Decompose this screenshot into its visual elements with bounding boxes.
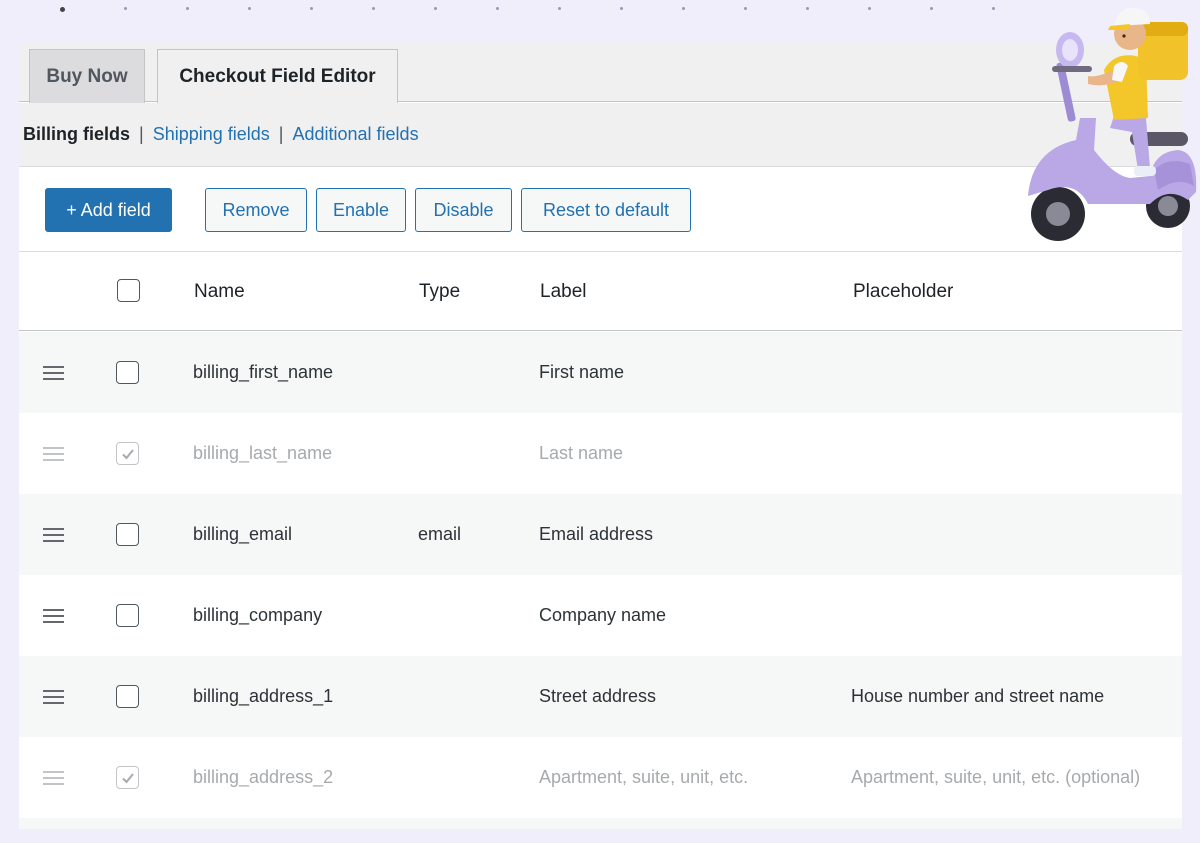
column-header-label: Label <box>540 281 587 302</box>
remove-button[interactable]: Remove <box>205 188 307 232</box>
field-name: billing_company <box>193 605 323 625</box>
drag-handle-icon[interactable] <box>43 575 64 656</box>
table-row[interactable]: billing_address_2 Apartment, suite, unit… <box>19 737 1182 818</box>
checkmark-icon <box>121 448 134 459</box>
checkmark-icon <box>121 772 134 783</box>
row-checkbox[interactable] <box>116 494 139 575</box>
column-header-name: Name <box>194 281 245 302</box>
add-field-button[interactable]: + Add field <box>45 188 172 232</box>
field-label: Company name <box>539 605 667 625</box>
table-row[interactable]: billing_email email Email address <box>19 494 1182 575</box>
disable-button[interactable]: Disable <box>415 188 512 232</box>
drag-handle-icon[interactable] <box>43 494 64 575</box>
table-row[interactable]: billing_first_name First name <box>19 332 1182 413</box>
row-checkbox[interactable] <box>116 575 139 656</box>
column-header-placeholder: Placeholder <box>853 281 954 302</box>
tab-checkout-field-editor[interactable]: Checkout Field Editor <box>157 49 398 104</box>
field-placeholder: Apartment, suite, unit, etc. (optional) <box>851 767 1141 787</box>
field-name: billing_email <box>193 524 293 544</box>
field-section-nav: Billing fields | Shipping fields | Addit… <box>19 103 1182 167</box>
decorative-dots <box>60 7 1060 13</box>
subnav-separator: | <box>139 124 144 144</box>
row-checkbox[interactable] <box>116 656 139 737</box>
enable-button[interactable]: Enable <box>316 188 406 232</box>
drag-handle-icon[interactable] <box>43 332 64 413</box>
field-label: Email address <box>539 524 654 544</box>
drag-handle-icon[interactable] <box>43 656 64 737</box>
field-label: Apartment, suite, unit, etc. <box>539 767 749 787</box>
drag-handle-icon[interactable] <box>43 413 64 494</box>
delivery-scooter-illustration <box>1028 7 1197 241</box>
row-checkbox[interactable] <box>116 332 139 413</box>
field-name: billing_address_2 <box>193 767 334 787</box>
field-name: billing_address_1 <box>193 686 334 706</box>
drag-handle-icon[interactable] <box>43 737 64 818</box>
subnav-shipping-fields[interactable]: Shipping fields <box>153 124 270 145</box>
tabs-bar: Buy Now Checkout Field Editor <box>19 44 1182 104</box>
subnav-billing-fields[interactable]: Billing fields <box>23 124 130 145</box>
select-all-checkbox[interactable] <box>117 279 140 302</box>
reset-to-default-button[interactable]: Reset to default <box>521 188 691 232</box>
table-row[interactable]: billing_last_name Last name <box>19 413 1182 494</box>
field-toolbar: + Add field Remove Enable Disable Reset … <box>19 168 1182 252</box>
row-checkbox[interactable] <box>116 413 139 494</box>
field-label: Last name <box>539 443 624 463</box>
table-row[interactable]: billing_address_1 Street address House n… <box>19 656 1182 737</box>
row-checkbox[interactable] <box>116 737 139 818</box>
field-name: billing_first_name <box>193 362 334 382</box>
field-label: First name <box>539 362 625 382</box>
table-row[interactable]: billing_company Company name <box>19 575 1182 656</box>
table-row-partial <box>19 818 1182 829</box>
checkout-field-editor-panel: Buy Now Checkout Field Editor Billing fi… <box>19 44 1182 829</box>
field-label: Street address <box>539 686 657 706</box>
column-header-type: Type <box>419 281 461 302</box>
field-type: email <box>418 524 462 544</box>
field-placeholder: House number and street name <box>851 686 1105 706</box>
subnav-separator: | <box>278 124 284 144</box>
tab-buy-now[interactable]: Buy Now <box>29 49 145 103</box>
subnav-additional-fields[interactable]: Additional fields <box>292 124 418 145</box>
field-name: billing_last_name <box>193 443 333 463</box>
table-header: Name Type Label Placeholder <box>19 253 1182 331</box>
